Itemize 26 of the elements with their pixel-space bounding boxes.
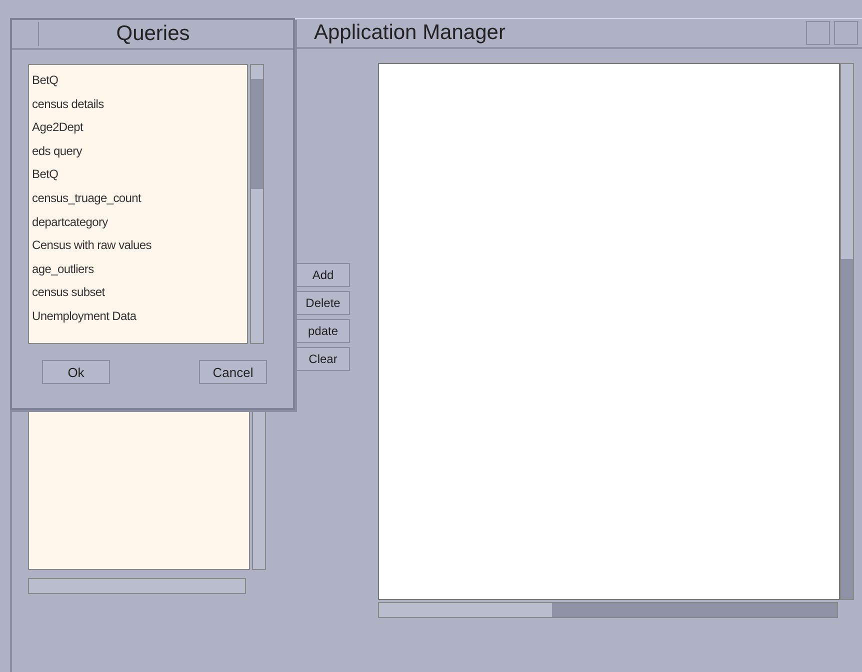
- dialog-button[interactable]: Ok: [42, 360, 110, 384]
- list-item[interactable]: BetQ: [32, 163, 244, 187]
- action-button[interactable]: Delete: [296, 291, 350, 315]
- list-item[interactable]: Census with raw values: [32, 234, 244, 258]
- list-item[interactable]: eds query: [32, 140, 244, 164]
- list-item[interactable]: Unemployment Data: [32, 304, 244, 329]
- dialog-title: Queries: [115, 22, 191, 46]
- maximize-button[interactable]: [834, 21, 858, 45]
- horizontal-scrollbar[interactable]: [28, 578, 246, 594]
- list-item[interactable]: census_truage_count: [32, 186, 244, 211]
- vertical-scrollbar[interactable]: [250, 64, 264, 344]
- text-area[interactable]: [378, 63, 840, 600]
- list-item[interactable]: Age2Dept: [32, 116, 244, 140]
- minimize-button[interactable]: [806, 21, 830, 45]
- vertical-scrollbar[interactable]: [840, 63, 854, 600]
- list-item[interactable]: age_outliers: [32, 258, 244, 282]
- list-item[interactable]: departcategory: [32, 210, 244, 234]
- list-item[interactable]: census details: [32, 92, 244, 116]
- dialog-button[interactable]: Cancel: [199, 360, 267, 384]
- horizontal-scrollbar[interactable]: [378, 602, 838, 618]
- window-title: Application Manager: [314, 21, 506, 45]
- action-button[interactable]: Add: [296, 263, 350, 287]
- action-button[interactable]: Clear: [296, 347, 350, 371]
- list-item[interactable]: census subset: [32, 281, 244, 305]
- action-button[interactable]: pdate: [296, 319, 350, 343]
- list-item[interactable]: BetQ: [32, 69, 244, 93]
